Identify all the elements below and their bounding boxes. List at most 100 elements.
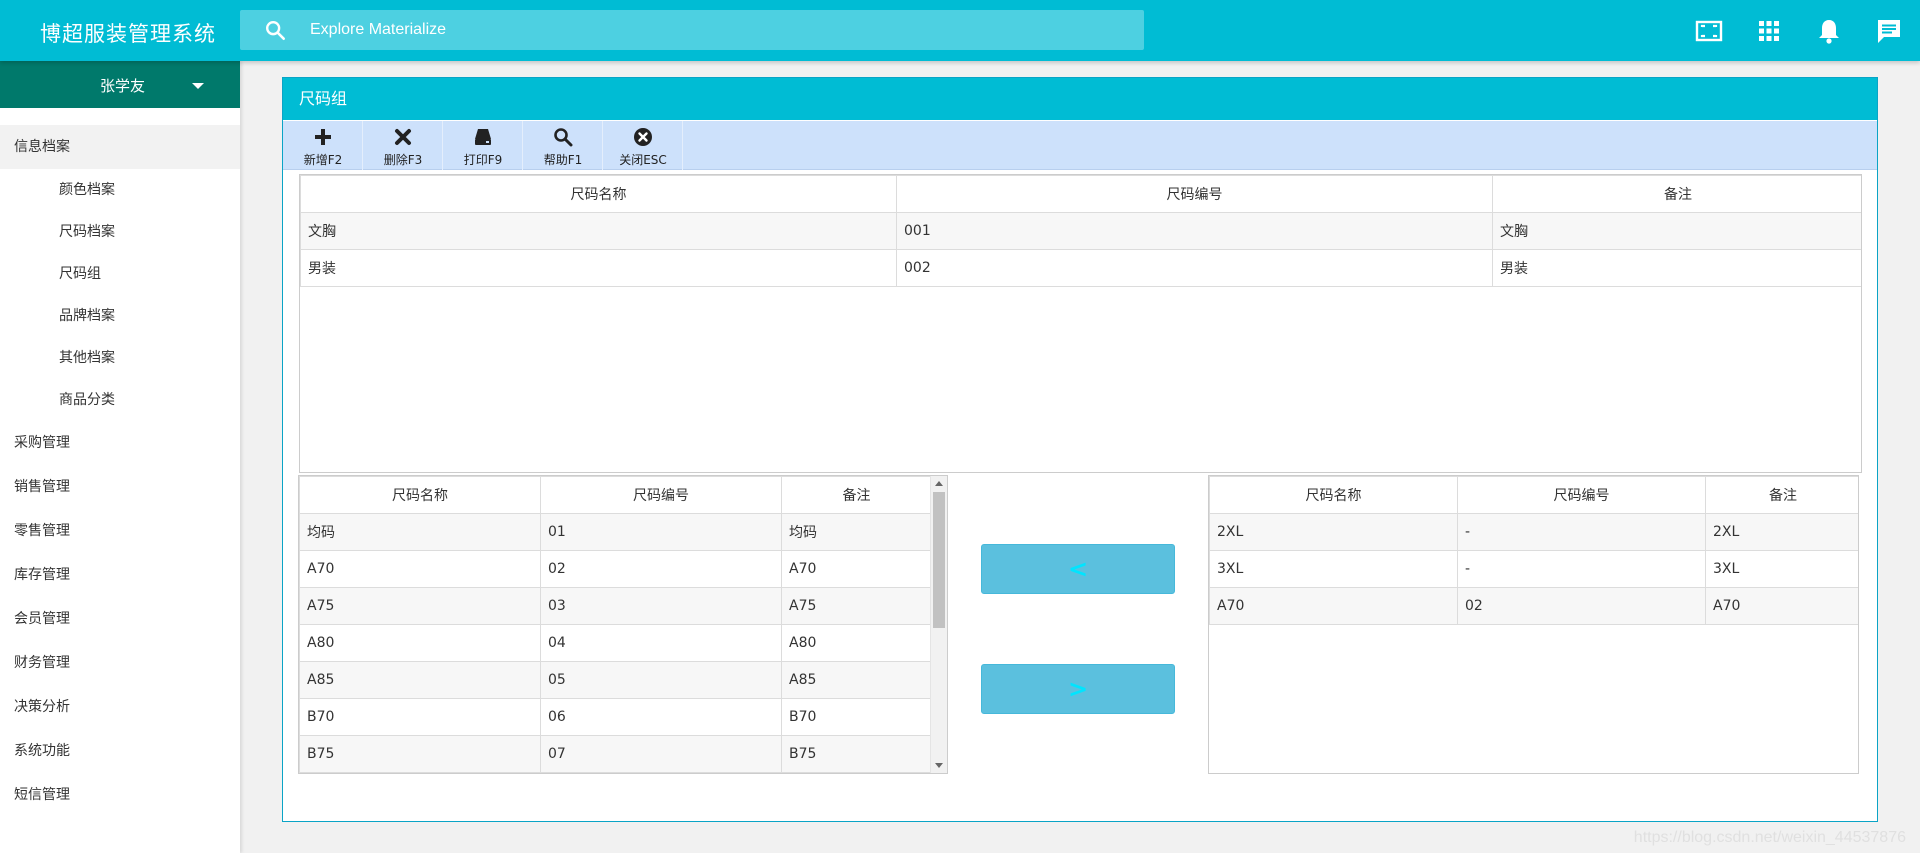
cell-size-name: B70 bbox=[299, 698, 541, 736]
table-row[interactable]: 文胸 001 文胸 bbox=[300, 212, 1861, 250]
print-button-label: 打印F9 bbox=[463, 153, 503, 167]
add-button-label: 新增F2 bbox=[303, 153, 343, 167]
app-title: 博超服装管理系统 bbox=[40, 22, 216, 46]
cell-size-code: 001 bbox=[896, 212, 1493, 250]
help-button-label: 帮助F1 bbox=[543, 153, 583, 167]
panel-title: 尺码组 bbox=[283, 78, 1877, 120]
cell-size-code: - bbox=[1457, 550, 1706, 588]
table-row[interactable]: 2XL -2XL bbox=[1209, 513, 1858, 551]
sidebar-subitem-size-group[interactable]: 尺码组 bbox=[0, 253, 240, 295]
available-sizes-grid: 尺码名称 尺码编号 备注 均码 01 均码 A70 02 A70 A75 03 A75 A8… bbox=[298, 475, 948, 774]
fullscreen-icon[interactable] bbox=[1694, 16, 1724, 46]
table-row[interactable]: A80 04 A80 bbox=[299, 624, 932, 662]
move-left-button[interactable]: < bbox=[981, 544, 1175, 594]
table-row[interactable]: A75 03 A75 bbox=[299, 587, 932, 625]
help-button[interactable]: 帮助F1 bbox=[523, 121, 603, 170]
column-header-size-code[interactable]: 尺码编号 bbox=[896, 175, 1493, 213]
user-dropdown[interactable]: 张学友 bbox=[0, 61, 240, 108]
delete-button[interactable]: 删除F3 bbox=[363, 121, 443, 170]
table-row[interactable]: A70 02 A70 bbox=[1209, 587, 1858, 625]
sidebar-item-info-archive[interactable]: 信息档案 bbox=[0, 125, 240, 169]
cell-note: 男装 bbox=[1492, 249, 1861, 287]
scrollbar-thumb[interactable] bbox=[933, 492, 945, 628]
table-row[interactable]: B70 06 B70 bbox=[299, 698, 932, 736]
search-box[interactable] bbox=[240, 10, 1144, 50]
sidebar-item-member[interactable]: 会员管理 bbox=[0, 597, 240, 641]
close-button[interactable]: 关闭ESC bbox=[603, 121, 683, 170]
search-icon bbox=[554, 128, 573, 147]
print-button[interactable]: 打印F9 bbox=[443, 121, 523, 170]
print-drive-icon bbox=[475, 129, 491, 145]
apps-grid-icon[interactable] bbox=[1754, 16, 1784, 46]
add-button[interactable]: 新增F2 bbox=[283, 121, 363, 170]
close-x-icon bbox=[395, 129, 411, 145]
table-row[interactable]: A70 02 A70 bbox=[299, 550, 932, 588]
table-row[interactable]: B75 07 B75 bbox=[299, 735, 932, 773]
sidebar-subitem-brand-archive[interactable]: 品牌档案 bbox=[0, 295, 240, 337]
sidebar-item-retail[interactable]: 零售管理 bbox=[0, 509, 240, 553]
sidebar-item-analysis[interactable]: 决策分析 bbox=[0, 685, 240, 729]
cell-size-name: A70 bbox=[1209, 587, 1458, 625]
cell-note: B75 bbox=[781, 735, 932, 773]
cell-size-code: 07 bbox=[540, 735, 782, 773]
sidebar-item-sms[interactable]: 短信管理 bbox=[0, 773, 240, 817]
cell-note: A70 bbox=[1705, 587, 1858, 625]
sidebar-subitem-product-category[interactable]: 商品分类 bbox=[0, 379, 240, 421]
cell-size-name: 2XL bbox=[1209, 513, 1458, 551]
cell-size-name: 文胸 bbox=[300, 212, 897, 250]
sidebar-item-system[interactable]: 系统功能 bbox=[0, 729, 240, 773]
sidebar-item-purchase[interactable]: 采购管理 bbox=[0, 421, 240, 465]
notification-bell-icon[interactable] bbox=[1814, 16, 1844, 46]
search-icon bbox=[264, 19, 286, 45]
search-input[interactable] bbox=[310, 10, 1130, 50]
sidebar-item-sales[interactable]: 销售管理 bbox=[0, 465, 240, 509]
cell-size-name: 3XL bbox=[1209, 550, 1458, 588]
column-header-note[interactable]: 备注 bbox=[1705, 476, 1858, 514]
column-header-note[interactable]: 备注 bbox=[781, 476, 932, 514]
table-row[interactable]: 均码 01 均码 bbox=[299, 513, 932, 551]
close-button-label: 关闭ESC bbox=[619, 153, 667, 167]
move-right-button[interactable]: > bbox=[981, 664, 1175, 714]
cell-note: A70 bbox=[781, 550, 932, 588]
toolbar: 新增F2 删除F3 打印F9 帮助F1 关闭ESC bbox=[283, 120, 1877, 170]
cell-note: 文胸 bbox=[1492, 212, 1861, 250]
cell-note: A80 bbox=[781, 624, 932, 662]
selected-sizes-table: 尺码名称 尺码编号 备注 2XL -2XL 3XL -3XL A70 02 A70 bbox=[1209, 476, 1858, 625]
size-group-grid: 尺码名称 尺码编号 备注 文胸 001 文胸 男装 002 男装 bbox=[299, 174, 1862, 473]
cell-note: A85 bbox=[781, 661, 932, 699]
cell-size-name: 均码 bbox=[299, 513, 541, 551]
column-header-size-name[interactable]: 尺码名称 bbox=[299, 476, 541, 514]
user-name: 张学友 bbox=[100, 77, 146, 95]
cell-size-name: 男装 bbox=[300, 249, 897, 287]
vertical-scrollbar[interactable] bbox=[930, 476, 947, 773]
table-row[interactable]: 男装 002 男装 bbox=[300, 249, 1861, 287]
column-header-size-code[interactable]: 尺码编号 bbox=[540, 476, 782, 514]
cell-size-code: 02 bbox=[540, 550, 782, 588]
cell-size-code: 002 bbox=[896, 249, 1493, 287]
table-row[interactable]: 3XL -3XL bbox=[1209, 550, 1858, 588]
sidebar-item-finance[interactable]: 财务管理 bbox=[0, 641, 240, 685]
sidebar-menu: 信息档案 颜色档案 尺码档案 尺码组 品牌档案 其他档案 商品分类 采购管理 销… bbox=[0, 125, 240, 817]
cell-note: 2XL bbox=[1705, 513, 1858, 551]
cell-note: 3XL bbox=[1705, 550, 1858, 588]
plus-icon bbox=[315, 129, 331, 145]
column-header-size-code[interactable]: 尺码编号 bbox=[1457, 476, 1706, 514]
sidebar-subitem-color-archive[interactable]: 颜色档案 bbox=[0, 169, 240, 211]
delete-button-label: 删除F3 bbox=[383, 153, 423, 167]
cell-note: A75 bbox=[781, 587, 932, 625]
sidebar-subitem-size-archive[interactable]: 尺码档案 bbox=[0, 211, 240, 253]
column-header-size-name[interactable]: 尺码名称 bbox=[1209, 476, 1458, 514]
chat-message-icon[interactable] bbox=[1874, 16, 1904, 46]
scroll-down-arrow-icon[interactable] bbox=[935, 763, 943, 768]
cell-size-code: 06 bbox=[540, 698, 782, 736]
size-group-panel: 尺码组 新增F2 删除F3 打印F9 帮助F1 关闭ESC 尺码名称 尺码编号 … bbox=[282, 77, 1878, 822]
column-header-size-name[interactable]: 尺码名称 bbox=[300, 175, 897, 213]
column-header-note[interactable]: 备注 bbox=[1492, 175, 1861, 213]
sidebar-item-inventory[interactable]: 库存管理 bbox=[0, 553, 240, 597]
selected-sizes-grid: 尺码名称 尺码编号 备注 2XL -2XL 3XL -3XL A70 02 A70 bbox=[1208, 475, 1859, 774]
table-row[interactable]: A85 05 A85 bbox=[299, 661, 932, 699]
sidebar-subitem-other-archive[interactable]: 其他档案 bbox=[0, 337, 240, 379]
watermark: https://blog.csdn.net/weixin_44537876 bbox=[1633, 829, 1906, 846]
available-sizes-table: 尺码名称 尺码编号 备注 均码 01 均码 A70 02 A70 A75 03 A75 A8… bbox=[299, 476, 932, 773]
scroll-up-arrow-icon[interactable] bbox=[935, 481, 943, 486]
